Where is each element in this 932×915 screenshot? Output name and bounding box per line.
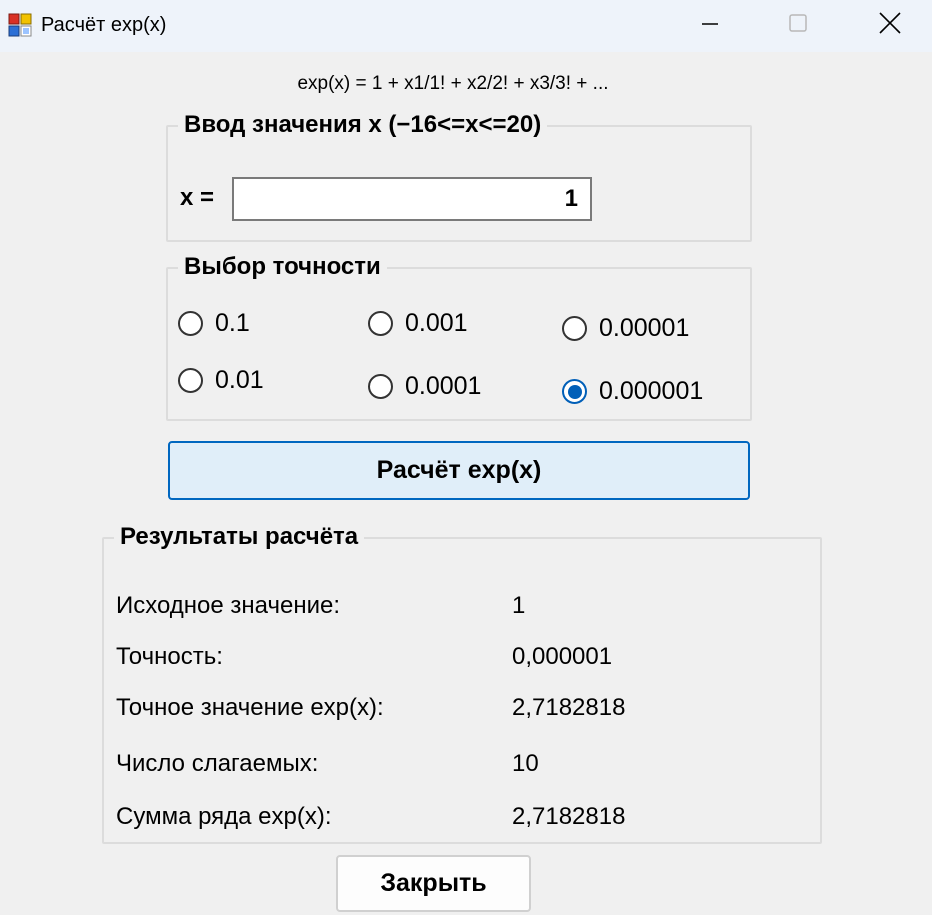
formula-label: exp(x) = 1 + x1/1! + x2/2! + x3/3! + ... [297,73,609,94]
maximize-icon [789,14,807,32]
radio-circle-icon [178,311,203,336]
series-sum-label: Сумма ряда exp(x): [116,803,332,830]
title-bar[interactable]: Расчёт exp(x) [0,0,932,52]
x-label: x = [180,184,215,211]
precision-radio-0.01[interactable]: 0.01 [178,366,264,395]
initial-value-label: Исходное значение: [116,592,341,619]
input-group: Ввод значения x (−16<=x<=20) x = [166,111,752,242]
radio-label: 0.000001 [599,377,704,405]
radio-label: 0.0001 [405,372,482,400]
radio-circle-icon [562,316,587,341]
exact-value: 2,7182818 [512,694,626,721]
window-title: Расчёт exp(x) [41,14,167,36]
precision-radio-0.000001[interactable]: 0.000001 [562,377,703,406]
radio-circle-icon [368,311,393,336]
x-input[interactable] [232,177,592,221]
results-group: Результаты расчёта Исходное значение: 1 … [102,523,822,844]
term-count-label: Число слагаемых: [116,750,319,777]
input-group-title: Ввод значения x (−16<=x<=20) [178,111,548,139]
maximize-button[interactable] [762,0,832,52]
radio-label: 0.1 [215,309,250,337]
close-window-button[interactable] [854,0,924,52]
radio-circle-icon [178,368,203,393]
close-icon [879,12,901,34]
precision-radio-0.00001[interactable]: 0.00001 [562,314,689,343]
radio-checked-icon [562,379,587,404]
precision-value: 0,000001 [512,643,613,670]
radio-label: 0.00001 [599,314,690,342]
close-button[interactable]: Закрыть [336,855,531,912]
calculate-button[interactable]: Расчёт exp(x) [168,441,750,500]
radio-label: 0.001 [405,309,468,337]
series-sum-value: 2,7182818 [512,803,626,830]
precision-group-title: Выбор точности [178,253,387,281]
precision-label: Точность: [116,643,223,670]
initial-value: 1 [512,592,526,619]
results-group-title: Результаты расчёта [114,523,365,551]
term-count-value: 10 [512,750,539,777]
precision-radio-0.1[interactable]: 0.1 [178,309,250,338]
radio-circle-icon [368,374,393,399]
exact-value-label: Точное значение exp(x): [116,694,384,721]
precision-radio-0.0001[interactable]: 0.0001 [368,372,481,401]
minimize-button[interactable] [674,0,744,52]
precision-group: Выбор точности 0.1 0.001 0.00001 0.01 0.… [166,253,752,421]
precision-radio-0.001[interactable]: 0.001 [368,309,468,338]
radio-label: 0.01 [215,366,264,394]
minimize-icon [702,23,718,25]
app-icon [8,13,32,37]
app-window: Расчёт exp(x) exp(x) = 1 + x1/1! + x2/2!… [0,0,932,915]
